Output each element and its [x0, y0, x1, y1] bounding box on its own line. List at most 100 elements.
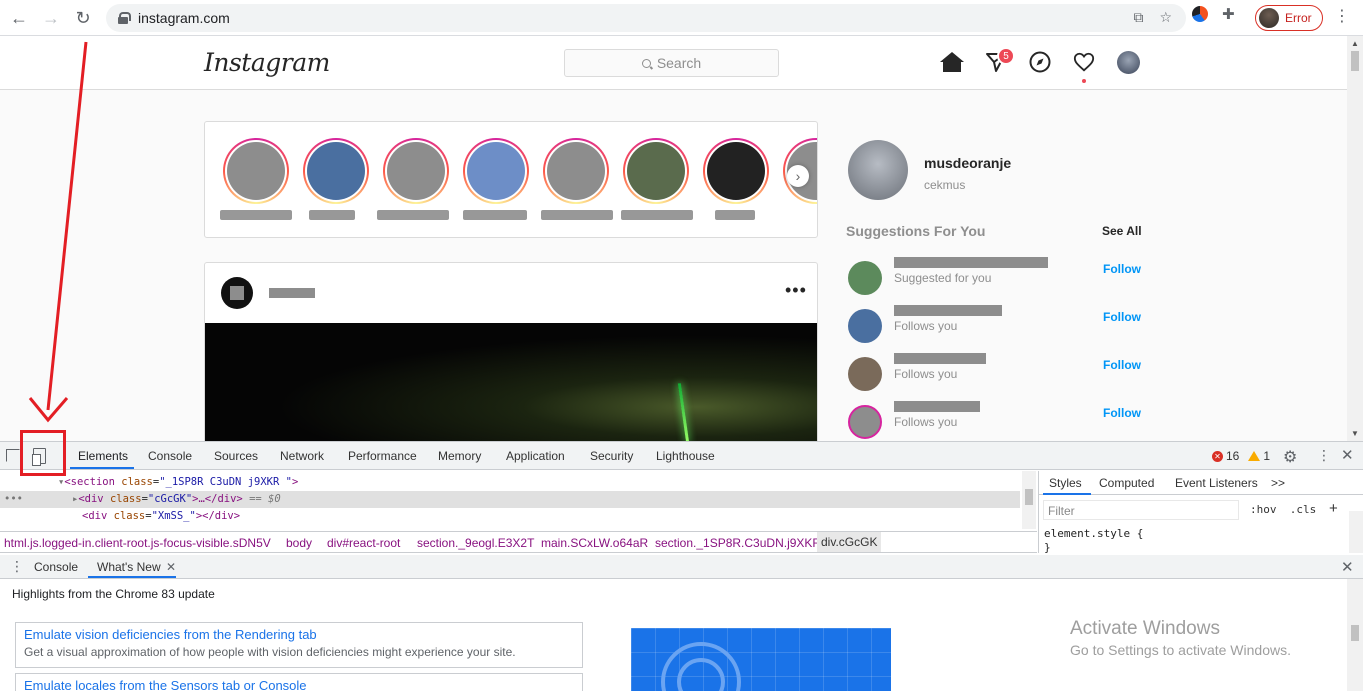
settings-gear-icon[interactable]: ⚙: [1283, 447, 1297, 467]
tab-computed[interactable]: Computed: [1099, 476, 1154, 490]
instagram-logo[interactable]: Instagram: [204, 48, 330, 77]
scroll-up-icon[interactable]: ▲: [1351, 39, 1359, 48]
dom-node[interactable]: <div class="XmSS_"></div>: [82, 508, 240, 525]
new-style-rule-button[interactable]: +: [1329, 500, 1338, 517]
tab-security[interactable]: Security: [590, 449, 633, 463]
address-bar[interactable]: instagram.com ⧉ ☆: [106, 4, 1186, 32]
my-avatar[interactable]: [848, 140, 908, 200]
reload-button[interactable]: ↻: [67, 2, 99, 34]
scroll-down-icon[interactable]: ▼: [1351, 429, 1359, 438]
follow-button[interactable]: Follow: [1103, 310, 1141, 324]
more-tabs-icon[interactable]: >>: [1271, 476, 1285, 490]
dom-node[interactable]: ▾<section class="_1SP8R C3uDN j9XKR ">: [58, 474, 298, 491]
whats-new-card[interactable]: Emulate locales from the Sensors tab or …: [15, 673, 583, 691]
breadcrumb-item[interactable]: section._1SP8R.C3uDN.j9XKR: [655, 536, 821, 550]
tab-event-listeners[interactable]: Event Listeners: [1175, 476, 1258, 490]
suggestion-username-redacted[interactable]: [894, 401, 980, 412]
suggestion-avatar[interactable]: [848, 309, 882, 343]
story-avatar[interactable]: [543, 138, 609, 204]
profile-button[interactable]: Error: [1255, 5, 1323, 31]
bookmark-star-icon[interactable]: ☆: [1159, 9, 1172, 26]
element-style-rule[interactable]: element.style {: [1044, 527, 1143, 540]
active-tab-indicator: [1043, 493, 1091, 495]
close-icon[interactable]: ✕: [1341, 558, 1354, 576]
see-all-link[interactable]: See All: [1102, 224, 1142, 238]
tab-application[interactable]: Application: [506, 449, 565, 463]
browser-menu-icon[interactable]: ⋮: [1334, 8, 1350, 26]
close-tab-icon[interactable]: ✕: [166, 560, 176, 574]
card-title[interactable]: Emulate vision deficiencies from the Ren…: [24, 627, 574, 642]
profile-avatar-icon[interactable]: [1116, 50, 1140, 74]
tab-performance[interactable]: Performance: [348, 449, 417, 463]
follow-button[interactable]: Follow: [1103, 358, 1141, 372]
scrollbar-thumb[interactable]: [1351, 51, 1359, 71]
tab-console[interactable]: Console: [148, 449, 192, 463]
drawer-menu-icon[interactable]: ⋮: [10, 558, 24, 575]
styles-filter-input[interactable]: Filter: [1043, 500, 1239, 520]
forward-button[interactable]: →: [35, 2, 67, 34]
issues-counter[interactable]: ✕ 16 1: [1212, 449, 1270, 463]
story-avatar[interactable]: [623, 138, 689, 204]
follow-button[interactable]: Follow: [1103, 262, 1141, 276]
post-options-button[interactable]: •••: [785, 280, 807, 301]
stories-next-button[interactable]: ›: [787, 165, 809, 187]
breadcrumb-item[interactable]: html.js.logged-in.client-root.js-focus-v…: [4, 536, 271, 550]
dom-scrollbar[interactable]: [1022, 471, 1036, 529]
tab-lighthouse[interactable]: Lighthouse: [656, 449, 715, 463]
stories-tray: ›: [204, 121, 818, 238]
post-image[interactable]: [205, 323, 817, 441]
tab-sources[interactable]: Sources: [214, 449, 258, 463]
highlights-heading: Highlights from the Chrome 83 update: [12, 587, 215, 601]
card-description: Get a visual approximation of how people…: [24, 645, 516, 659]
breadcrumb-item[interactable]: div#react-root: [327, 536, 400, 550]
drawer-scrollbar[interactable]: [1347, 579, 1363, 691]
styles-scrollbar[interactable]: [1349, 511, 1363, 553]
suggestion-reason: Follows you: [894, 415, 958, 429]
story-avatar[interactable]: [463, 138, 529, 204]
activity-heart-icon[interactable]: [1072, 50, 1096, 74]
search-input[interactable]: Search: [564, 49, 779, 77]
extensions-puzzle-icon[interactable]: ✚: [1222, 5, 1235, 23]
suggestion-username-redacted[interactable]: [894, 257, 1048, 268]
tab-network[interactable]: Network: [280, 449, 324, 463]
hov-toggle[interactable]: :hov .cls: [1250, 503, 1316, 516]
post-author-redacted[interactable]: [269, 288, 315, 298]
story-avatar[interactable]: [223, 138, 289, 204]
inspect-element-icon[interactable]: [6, 449, 20, 462]
dom-node-selected[interactable]: ••• ▸<div class="cGcGK">…</div> == $0: [0, 491, 1020, 508]
dm-count-badge: 5: [997, 47, 1015, 65]
page-scrollbar[interactable]: ▲ ▼: [1347, 36, 1363, 441]
devtools-menu-icon[interactable]: ⋮: [1317, 447, 1331, 464]
back-button[interactable]: ←: [3, 2, 35, 34]
cls-toggle[interactable]: .cls: [1290, 503, 1317, 516]
story-avatar[interactable]: [303, 138, 369, 204]
suggestion-avatar[interactable]: [848, 357, 882, 391]
tab-elements[interactable]: Elements: [78, 449, 128, 463]
tab-styles[interactable]: Styles: [1049, 476, 1082, 490]
breadcrumb-item[interactable]: body: [286, 536, 312, 550]
close-icon[interactable]: ✕: [1341, 446, 1354, 464]
my-fullname: cekmus: [924, 178, 966, 192]
home-icon[interactable]: [940, 50, 964, 74]
suggestion-avatar[interactable]: [848, 405, 882, 439]
drawer-tab-whats-new[interactable]: What's New: [97, 560, 161, 574]
breadcrumb-item[interactable]: main.SCxLW.o64aR: [541, 536, 648, 550]
warning-count: 1: [1263, 449, 1271, 463]
follow-button[interactable]: Follow: [1103, 406, 1141, 420]
tab-memory[interactable]: Memory: [438, 449, 481, 463]
suggestion-username-redacted[interactable]: [894, 353, 986, 364]
my-username[interactable]: musdeoranje: [924, 155, 1011, 171]
suggestion-avatar[interactable]: [848, 261, 882, 295]
suggestion-username-redacted[interactable]: [894, 305, 1002, 316]
whats-new-card[interactable]: Emulate vision deficiencies from the Ren…: [15, 622, 583, 668]
drawer-tab-console[interactable]: Console: [34, 560, 78, 574]
translate-icon[interactable]: ⧉: [1133, 9, 1143, 26]
card-title[interactable]: Emulate locales from the Sensors tab or …: [24, 678, 574, 691]
extension-icon[interactable]: [1192, 6, 1208, 22]
story-avatar[interactable]: [703, 138, 769, 204]
explore-compass-icon[interactable]: [1028, 50, 1052, 74]
post-author-avatar[interactable]: [221, 277, 253, 309]
story-avatar[interactable]: [383, 138, 449, 204]
breadcrumb-item-current[interactable]: div.cGcGK: [817, 532, 882, 552]
breadcrumb-item[interactable]: section._9eogl.E3X2T: [417, 536, 534, 550]
